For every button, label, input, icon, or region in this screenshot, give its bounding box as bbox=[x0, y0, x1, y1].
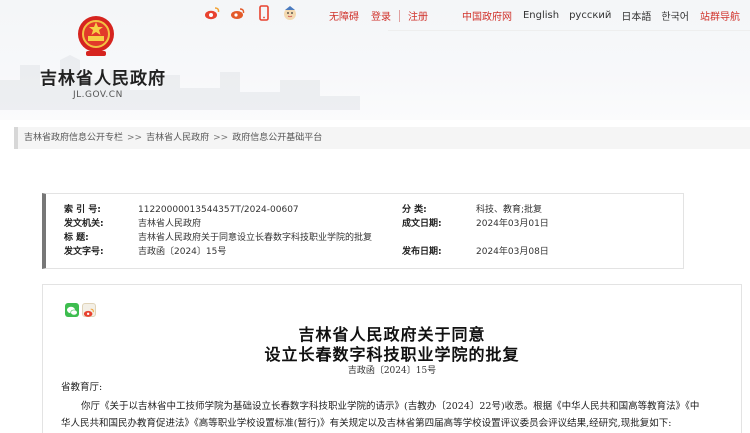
doc-number: 吉政函〔2024〕15号 bbox=[347, 366, 437, 376]
salutation: 省教育厅: bbox=[61, 382, 103, 393]
info-row-index: 索 引 号: 11220000013544357T/2024-00607 分 类… bbox=[60, 203, 680, 217]
document-info-box: 索 引 号: 11220000013544357T/2024-00607 分 类… bbox=[42, 193, 684, 269]
article-box: 吉林省人民政府关于同意 设立长春数字科技职业学院的批复 吉政函〔2024〕15号… bbox=[42, 284, 742, 433]
site-domain: JL.GOV.CN bbox=[73, 90, 123, 100]
doc-no-label: 发文字号: bbox=[64, 247, 104, 257]
title-label: 标 题: bbox=[64, 233, 89, 243]
national-emblem-icon bbox=[78, 16, 114, 56]
category-value: 科技、教育;批复 bbox=[476, 205, 543, 215]
accessibility-link[interactable]: 无障碍 bbox=[323, 8, 365, 23]
body-paragraph-line-2: 华人民共和国民办教育促进法》《高等职业学校设置标准(暂行)》有关规定以及吉林省第… bbox=[61, 418, 672, 429]
weibo-share-icon[interactable] bbox=[82, 303, 96, 317]
issuer-label: 发文机关: bbox=[64, 219, 104, 229]
publish-date-label: 发布日期: bbox=[402, 247, 442, 257]
index-value: 11220000013544357T/2024-00607 bbox=[138, 205, 299, 215]
body-paragraph-line-1: 你厅《关于以吉林省中工技师学院为基础设立长春数字科技职业学院的请示》(吉教办〔2… bbox=[81, 401, 700, 412]
russian-link[interactable]: русский bbox=[564, 10, 616, 21]
title-value: 吉林省人民政府关于同意设立长春数字科技职业学院的批复 bbox=[138, 233, 373, 243]
register-link[interactable]: 注册 bbox=[402, 8, 434, 23]
japanese-link[interactable]: 日本語 bbox=[616, 8, 656, 23]
date-written-label: 成文日期: bbox=[402, 219, 442, 229]
china-gov-link[interactable]: 中国政府网 bbox=[456, 8, 518, 23]
wechat-share-icon[interactable] bbox=[65, 303, 79, 317]
doc-no-value: 吉政函〔2024〕15号 bbox=[138, 247, 227, 257]
top-nav: 无障碍 登录 注册 中国政府网 English русский 日本語 한국어 … bbox=[323, 8, 746, 23]
weibo-icon[interactable] bbox=[204, 5, 220, 21]
doc-title-line-2: 设立长春数字科技职业学院的批复 bbox=[264, 345, 520, 364]
nav-underline bbox=[388, 30, 750, 31]
weibo-alt-icon[interactable] bbox=[230, 5, 246, 21]
breadcrumb-separator: >> bbox=[127, 133, 143, 143]
info-row-title: 标 题: 吉林省人民政府关于同意设立长春数字科技职业学院的批复 bbox=[60, 231, 680, 245]
mascot-icon[interactable] bbox=[282, 5, 298, 21]
publish-date-value: 2024年03月08日 bbox=[476, 247, 549, 257]
site-nav-link[interactable]: 站群导航 bbox=[694, 8, 746, 23]
info-row-doc-no: 发文字号: 吉政函〔2024〕15号 发布日期: 2024年03月08日 bbox=[60, 245, 680, 259]
site-header: 吉林省人民政府 JL.GOV.CN 无障碍 登录 注册 中国政府网 Englis… bbox=[0, 0, 750, 120]
korean-link[interactable]: 한국어 bbox=[656, 8, 694, 23]
share-icons bbox=[65, 303, 96, 317]
breadcrumb: 吉林省政府信息公开专栏 >> 吉林省人民政府 >> 政府信息公开基础平台 bbox=[14, 127, 750, 149]
index-label: 索 引 号: bbox=[64, 205, 101, 215]
english-link[interactable]: English bbox=[518, 10, 564, 21]
social-icons bbox=[204, 5, 298, 21]
site-title[interactable]: 吉林省人民政府 bbox=[40, 64, 166, 89]
issuer-value: 吉林省人民政府 bbox=[138, 219, 202, 229]
login-link[interactable]: 登录 bbox=[365, 8, 397, 23]
breadcrumb-separator: >> bbox=[213, 133, 229, 143]
category-label: 分 类: bbox=[402, 205, 427, 215]
nav-divider bbox=[398, 9, 400, 22]
breadcrumb-item-platform[interactable]: 政府信息公开基础平台 bbox=[232, 133, 322, 143]
info-row-issuer: 发文机关: 吉林省人民政府 成文日期: 2024年03月01日 bbox=[60, 217, 680, 231]
breadcrumb-item-gov-info[interactable]: 吉林省政府信息公开专栏 bbox=[24, 133, 123, 143]
breadcrumb-item-provincial-gov[interactable]: 吉林省人民政府 bbox=[146, 133, 209, 143]
mobile-icon[interactable] bbox=[256, 5, 272, 21]
date-written-value: 2024年03月01日 bbox=[476, 219, 549, 229]
